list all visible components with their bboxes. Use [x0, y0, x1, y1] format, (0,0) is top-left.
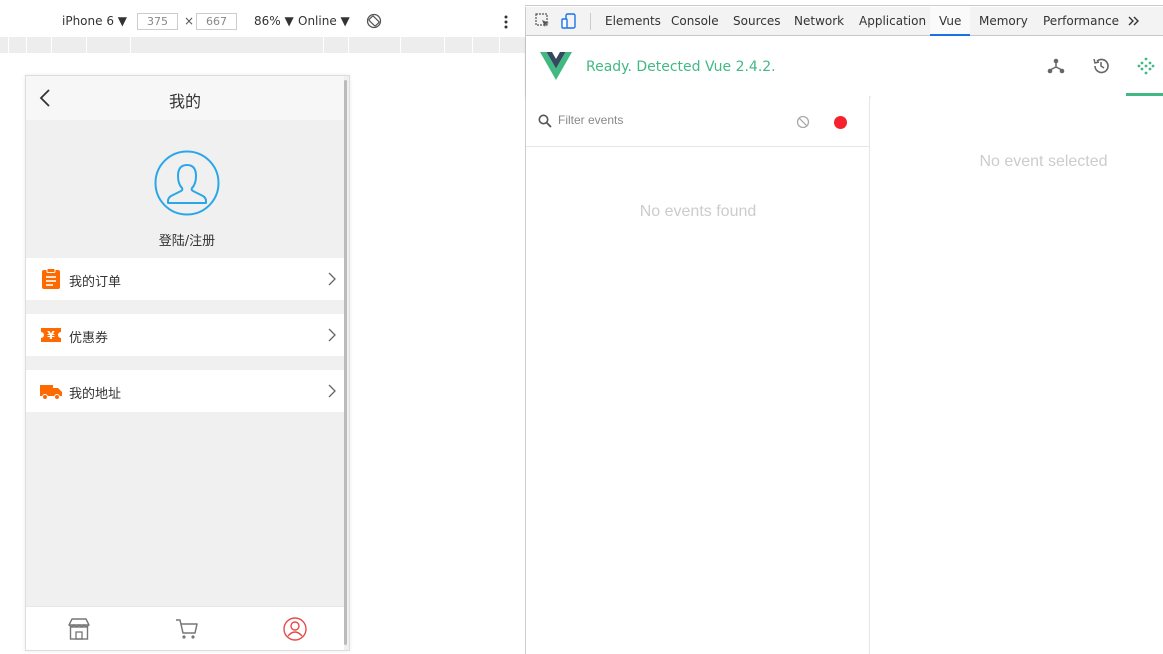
- tab-application[interactable]: Application: [850, 7, 935, 36]
- user-icon[interactable]: [282, 616, 308, 642]
- search-icon: [538, 114, 552, 128]
- vue-logo-icon: [540, 52, 572, 80]
- device-toolbar: iPhone 6 ▼ 375 × 667 86% ▼ Online ▼: [0, 7, 525, 37]
- inspect-element-icon[interactable]: [535, 13, 551, 29]
- page-title: 我的: [168, 92, 201, 111]
- tab-performance[interactable]: Performance: [1034, 7, 1128, 36]
- tab-sources[interactable]: Sources: [724, 7, 789, 36]
- app-header: 我的: [26, 76, 344, 120]
- cart-icon[interactable]: [174, 616, 200, 642]
- chevron-right-icon: [328, 328, 336, 342]
- tab-network[interactable]: Network: [785, 7, 853, 36]
- chevron-right-icon: [328, 272, 336, 286]
- devtools-tab-bar: Elements Console Sources Network Applica…: [526, 7, 1163, 36]
- truck-icon: [40, 385, 62, 400]
- zoom-select[interactable]: 86% ▼: [254, 14, 294, 28]
- menu-item-coupons[interactable]: ¥ 优惠券: [26, 314, 344, 356]
- filter-events-input[interactable]: [558, 113, 778, 127]
- phone-scrollbar[interactable]: [344, 80, 347, 645]
- filter-bar: [526, 96, 870, 147]
- dimension-separator: ×: [184, 14, 195, 28]
- more-options-icon[interactable]: [502, 13, 510, 31]
- history-icon[interactable]: [1091, 56, 1111, 76]
- event-detail-pane: No event selected: [871, 96, 1163, 654]
- coupon-icon: ¥: [41, 328, 61, 342]
- login-register-link[interactable]: 登陆/注册: [26, 230, 348, 249]
- phone-viewport: 我的 登陆/注册 我的订单 ¥ 优惠券 我的地址: [25, 75, 350, 651]
- component-tree-icon[interactable]: [1046, 56, 1066, 76]
- toolbar-separator: [590, 13, 591, 30]
- store-icon[interactable]: [66, 616, 92, 642]
- media-query-ruler[interactable]: [0, 37, 525, 53]
- chevron-right-icon: [328, 384, 336, 398]
- device-emulator: iPhone 6 ▼ 375 × 667 86% ▼ Online ▼ 我的 登…: [0, 0, 525, 654]
- devtools-panel: Elements Console Sources Network Applica…: [526, 7, 1163, 654]
- empty-selection-message: No event selected: [979, 153, 1108, 170]
- empty-events-message: No events found: [639, 203, 757, 220]
- rotate-icon[interactable]: [366, 13, 382, 29]
- clipboard-icon: [42, 268, 60, 289]
- menu-item-orders[interactable]: 我的订单: [26, 258, 344, 300]
- svg-text:¥: ¥: [47, 329, 55, 342]
- screen: iPhone 6 ▼ 375 × 667 86% ▼ Online ▼ 我的 登…: [0, 0, 1163, 654]
- vue-devtools-header: Ready. Detected Vue 2.4.2.: [526, 36, 1163, 96]
- events-icon[interactable]: [1136, 56, 1156, 76]
- more-tabs-icon[interactable]: [1128, 14, 1140, 28]
- tab-console[interactable]: Console: [662, 7, 728, 36]
- width-input[interactable]: 375: [137, 13, 178, 30]
- events-list-pane: No events found: [526, 96, 870, 654]
- tab-memory[interactable]: Memory: [970, 7, 1037, 36]
- record-button[interactable]: [834, 116, 847, 129]
- tab-vue[interactable]: Vue: [930, 7, 971, 36]
- vue-status-text: Ready. Detected Vue 2.4.2.: [586, 59, 776, 75]
- throttle-select[interactable]: Online ▼: [298, 14, 350, 28]
- avatar-icon[interactable]: [154, 150, 220, 216]
- clear-events-icon[interactable]: [796, 115, 810, 129]
- menu-item-label: 我的地址: [69, 387, 122, 402]
- device-select[interactable]: iPhone 6 ▼: [62, 14, 127, 28]
- device-mode-icon[interactable]: [561, 13, 577, 29]
- menu-item-label: 我的订单: [69, 275, 122, 290]
- menu-item-label: 优惠券: [69, 331, 109, 346]
- tab-bar: [26, 606, 344, 650]
- menu-item-address[interactable]: 我的地址: [26, 370, 344, 412]
- height-input[interactable]: 667: [196, 13, 237, 30]
- tab-elements[interactable]: Elements: [596, 7, 670, 36]
- profile-section: 登陆/注册: [26, 120, 344, 258]
